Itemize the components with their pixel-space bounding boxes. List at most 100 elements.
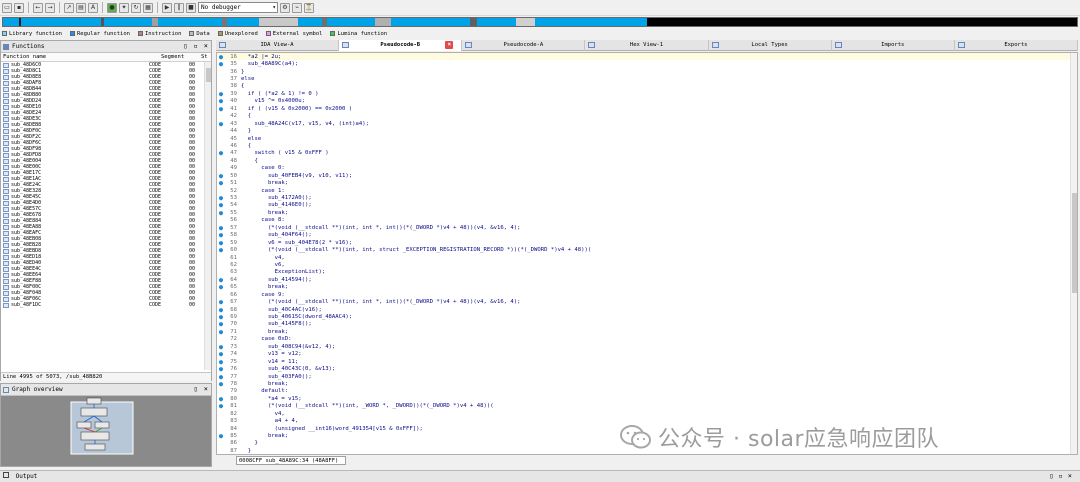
code-line[interactable]: 62 v6, [217, 261, 1077, 268]
breakpoint-dot-icon[interactable]: ● [217, 149, 225, 157]
tab-ida-view-a[interactable]: IDA View-A [216, 40, 340, 51]
breakpoint-dot-icon[interactable]: ● [217, 179, 225, 187]
tab-hex-view-1[interactable]: Hex View-1 [585, 40, 709, 51]
breakpoint-dot-icon[interactable]: ● [217, 105, 225, 113]
close-icon[interactable]: × [204, 385, 208, 393]
code-line[interactable]: 72 case 0xD: [217, 336, 1077, 343]
code-line[interactable]: ● 54 sub_4146E0(); [217, 201, 1077, 209]
code-line[interactable]: 38 { [217, 83, 1077, 90]
tab-pseudocode-a[interactable]: Pseudocode-A [462, 40, 586, 51]
float-icon[interactable]: ▯ [1049, 472, 1058, 480]
code-line[interactable]: 61 v4, [217, 254, 1077, 261]
code-line[interactable]: ● 57 (*(void (__stdcall **)(int, int *, i… [217, 224, 1077, 232]
code-line[interactable]: ● 71 break; [217, 328, 1077, 336]
code-line[interactable]: ● 73 sub_408C94(&v12, 4); [217, 343, 1077, 351]
code-line[interactable]: ● 51 break; [217, 179, 1077, 187]
graph-overview-canvas[interactable] [1, 396, 211, 466]
breakpoint-dot-icon[interactable]: ● [217, 328, 225, 336]
scroll-thumb[interactable] [206, 68, 211, 82]
code-line[interactable]: ● 67 (*(void (__stdcall **)(int, int *, i… [217, 298, 1077, 306]
tab-imports[interactable]: Imports [832, 40, 955, 51]
close-icon[interactable]: × [445, 41, 454, 49]
pseudocode-scrollbar[interactable] [1070, 53, 1077, 454]
code-line[interactable]: 52 case 1: [217, 187, 1077, 194]
col-function-name[interactable]: Function name [1, 53, 159, 61]
col-start[interactable]: St [199, 53, 209, 61]
code-line[interactable]: 36} [217, 68, 1077, 75]
breakpoint-dot-icon[interactable]: ● [217, 283, 225, 291]
pause-icon[interactable]: ‖ [174, 2, 184, 13]
scroll-thumb[interactable] [1072, 193, 1077, 293]
code-line[interactable]: ● 16 *a2 |= 2u; [217, 53, 1077, 61]
code-line[interactable]: ● 69 sub_40615C(dword_48AAC4); [217, 313, 1077, 321]
code-line[interactable]: ● 74 v13 = v12; [217, 350, 1077, 358]
breakpoint-dot-icon[interactable]: ● [217, 209, 225, 217]
breakpoint-dot-icon[interactable]: ● [217, 246, 225, 254]
refresh-icon[interactable]: ↻ [131, 2, 141, 13]
code-line[interactable]: ● 75 v14 = 11; [217, 358, 1077, 366]
code-line[interactable]: ● 78 break; [217, 380, 1077, 388]
tab-local-types[interactable]: Local Types [709, 40, 832, 51]
code-line[interactable]: 46 { [217, 142, 1077, 149]
wait-icon[interactable]: ⏳ [304, 2, 314, 13]
plugin-icon[interactable]: ✦ [119, 2, 129, 13]
code-line[interactable]: ● 70 sub_4145F8(); [217, 320, 1077, 328]
code-line[interactable]: ● 81 (*(void (__stdcall **)(int, _WORD *,… [217, 402, 1077, 410]
code-line[interactable]: ● 35 sub_48A89C(a4); [217, 60, 1077, 68]
code-line[interactable]: 66 case 9: [217, 291, 1077, 298]
code-line[interactable]: 48 { [217, 157, 1077, 164]
text-icon[interactable]: A [88, 2, 98, 13]
code-line[interactable]: 37 else [217, 75, 1077, 82]
code-line[interactable]: ● 59 v6 = sub_404E78(2 * v16); [217, 239, 1077, 247]
code-line[interactable]: ● 41 if ( (v15 & 0x2000) == 0x2000 ) [217, 105, 1077, 113]
forward-icon[interactable]: → [45, 2, 55, 13]
open-icon[interactable]: ▭ [2, 2, 12, 13]
breakpoint-dot-icon[interactable]: ● [217, 432, 225, 440]
breakpoint-dot-icon[interactable]: ● [217, 60, 225, 68]
stop-icon[interactable]: ■ [186, 2, 196, 13]
code-line[interactable]: 79 default: [217, 388, 1077, 395]
jump-icon[interactable]: ↗ [64, 2, 74, 13]
tab-exports[interactable]: Exports [955, 40, 1078, 51]
attach-icon[interactable]: ⌁ [292, 2, 302, 13]
restore-icon[interactable]: ▫ [194, 42, 198, 50]
restore-icon[interactable]: ▫ [1059, 472, 1068, 480]
code-line[interactable]: 56 case 8: [217, 217, 1077, 224]
breakpoint-dot-icon[interactable]: ● [217, 120, 225, 128]
float-icon[interactable]: ▯ [183, 42, 187, 50]
pseudocode-view[interactable]: ● 16 *a2 |= 2u; ● 35 sub_48A89C(a4); 36} 37 el… [216, 52, 1078, 455]
code-line[interactable]: ● 60 (*(void (__stdcall **)(int, int, str… [217, 246, 1077, 254]
code-line[interactable]: ● 68 sub_40C4AC(v16); [217, 306, 1077, 314]
code-line[interactable]: ● 64 sub_414594(); [217, 276, 1077, 284]
code-line[interactable]: ● 55 break; [217, 209, 1077, 217]
col-segment[interactable]: Segment [159, 53, 199, 61]
code-line[interactable]: ● 77 sub_403FA0(); [217, 373, 1077, 381]
code-line[interactable]: ● 76 sub_40C43C(0, &v13); [217, 365, 1077, 373]
code-line[interactable]: 45 else [217, 135, 1077, 142]
graph-icon[interactable]: ▦ [143, 2, 153, 13]
breakpoint-dot-icon[interactable]: ● [217, 380, 225, 388]
code-line[interactable]: ● 50 sub_40FEB4(v9, v10, v11); [217, 172, 1077, 180]
close-icon[interactable]: × [204, 42, 208, 50]
tab-pseudocode-b[interactable]: Pseudocode-B × [339, 40, 463, 51]
code-line[interactable]: ● 39 if ( (*a2 & 1) != 0 ) [217, 90, 1077, 98]
code-line[interactable]: 49 case 0: [217, 165, 1077, 172]
float-icon[interactable]: ▯ [194, 385, 198, 393]
function-row[interactable]: sub_48F1DC CODE 00 [1, 302, 211, 308]
navigation-band[interactable] [2, 17, 1078, 27]
code-line[interactable]: 44 } [217, 127, 1077, 134]
code-line[interactable]: ● 65 break; [217, 283, 1077, 291]
binary-icon[interactable]: ▤ [76, 2, 86, 13]
functions-scrollbar[interactable] [204, 62, 211, 370]
close-icon[interactable]: × [1068, 472, 1077, 480]
back-icon[interactable]: ← [33, 2, 43, 13]
code-line[interactable]: 42 { [217, 113, 1077, 120]
code-line[interactable]: ● 53 sub_4172A0(); [217, 194, 1077, 202]
lumina-icon[interactable]: ● [107, 2, 117, 13]
play-icon[interactable]: ▶ [162, 2, 172, 13]
output-window-bar[interactable]: Output ▯▫× [0, 470, 1080, 482]
breakpoint-dot-icon[interactable]: ● [217, 402, 225, 410]
code-line[interactable]: ● 40 v15 ^= 0x4000u; [217, 97, 1077, 105]
code-line[interactable]: ● 43 sub_48A24C(v17, v15, v4, (int)a4); [217, 120, 1077, 128]
code-line[interactable]: 82 v4, [217, 410, 1077, 417]
